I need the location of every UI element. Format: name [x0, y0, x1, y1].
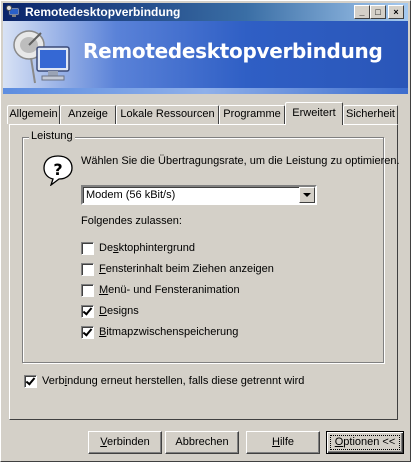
reconnect-checkbox[interactable] [24, 375, 37, 388]
tab-programme[interactable]: Programme [219, 105, 285, 124]
window-drag-checkbox[interactable] [81, 263, 94, 276]
tab-allgemein[interactable]: Allgemein [7, 105, 60, 124]
banner-title: Remotedesktopverbindung [83, 39, 383, 63]
designs-checkbox[interactable] [81, 305, 94, 318]
connect-button[interactable]: Verbinden [88, 431, 162, 454]
allow-label: Folgendes zulassen: [81, 215, 182, 227]
chevron-down-icon[interactable] [299, 187, 315, 203]
tab-panel-erweitert: Leistung ? Wählen Sie die Übertragungsra… [9, 124, 400, 420]
remote-desktop-window: Remotedesktopverbindung _ □ × Remotedesk… [0, 0, 411, 462]
tab-erweitert[interactable]: Erweitert [285, 102, 343, 125]
performance-description: Wählen Sie die Übertragungsrate, um die … [81, 155, 400, 167]
connection-speed-value: Modem (56 kBit/s) [86, 189, 176, 201]
minimize-button[interactable]: _ [354, 5, 370, 19]
menu-animation-checkbox[interactable] [81, 284, 94, 297]
question-icon: ? [43, 155, 73, 186]
performance-groupbox: Leistung ? Wählen Sie die Übertragungsra… [22, 130, 400, 363]
remote-desktop-icon [6, 5, 20, 17]
tab-anzeige[interactable]: Anzeige [60, 105, 116, 124]
close-button[interactable]: × [388, 5, 404, 19]
tab-lokale-ressourcen[interactable]: Lokale Ressourcen [116, 105, 219, 124]
svg-text:?: ? [53, 160, 62, 179]
window-title: Remotedesktopverbindung [25, 5, 181, 19]
title-bar[interactable]: Remotedesktopverbindung _ □ × [3, 3, 408, 21]
performance-group-label: Leistung [29, 130, 75, 142]
desktop-background-checkbox[interactable] [81, 242, 94, 255]
help-button[interactable]: Hilfe [246, 431, 320, 454]
header-banner: Remotedesktopverbindung [3, 21, 408, 94]
connection-speed-select[interactable]: Modem (56 kBit/s) [81, 185, 317, 205]
cancel-button[interactable]: Abbrechen [165, 431, 239, 454]
banner-stripe [3, 88, 408, 94]
maximize-button[interactable]: □ [370, 5, 386, 19]
tab-sicherheit[interactable]: Sicherheit [343, 105, 398, 124]
bitmap-caching-checkbox[interactable] [81, 326, 94, 339]
options-button[interactable]: Optionen << [326, 431, 404, 454]
computer-satellite-icon [13, 30, 70, 84]
